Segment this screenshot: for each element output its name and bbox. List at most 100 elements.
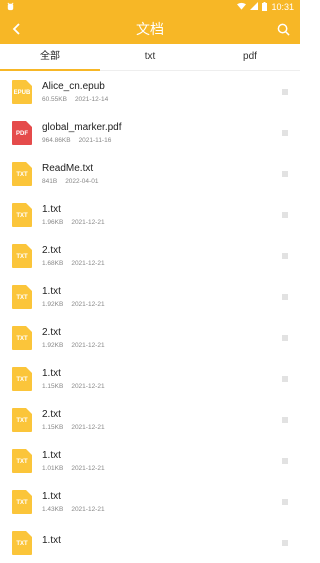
file-meta: 1.01KB 2021-12-21 (42, 465, 300, 472)
file-info: 2.txt 1.92KB 2021-12-21 (42, 327, 300, 349)
file-date: 2021-11-16 (78, 136, 112, 144)
file-name: 1.txt (42, 203, 61, 215)
file-date: 2021-12-21 (71, 423, 105, 431)
select-checkbox[interactable] (282, 294, 288, 300)
file-type-icon: EPUB (12, 79, 32, 104)
tab-all[interactable]: 全部 (0, 44, 100, 71)
select-checkbox[interactable] (282, 499, 288, 505)
file-corner-fold (26, 161, 32, 168)
file-list-item[interactable]: TXT 1.txt 1.15KB 2021-12-21 (0, 358, 300, 399)
search-icon (277, 23, 290, 36)
file-corner-fold (26, 243, 32, 250)
file-corner-fold (26, 448, 32, 455)
file-type-icon: TXT (12, 407, 32, 432)
file-meta: 1.15KB 2021-12-21 (42, 383, 300, 390)
select-checkbox[interactable] (282, 130, 288, 136)
file-info: ReadMe.txt 841B 2022-04-01 (42, 163, 300, 185)
file-name: ReadMe.txt (42, 162, 94, 174)
file-type-icon: TXT (12, 530, 32, 555)
file-date: 2021-12-21 (71, 218, 105, 226)
file-list-item[interactable]: TXT 1.txt 1.01KB 2021-12-21 (0, 440, 300, 481)
file-size: 964.86KB (42, 136, 71, 144)
file-list-item[interactable]: TXT 1.txt (0, 522, 300, 563)
battery-icon (262, 1, 268, 13)
file-meta: 1.92KB 2021-12-21 (42, 301, 300, 308)
file-list-item[interactable]: TXT 2.txt 1.68KB 2021-12-21 (0, 235, 300, 276)
file-type-icon: TXT (12, 161, 32, 186)
file-type-icon: TXT (12, 448, 32, 473)
select-checkbox[interactable] (282, 458, 288, 464)
app-bar: 文档 (0, 14, 300, 44)
file-type-icon: TXT (12, 325, 32, 350)
file-type-label: TXT (16, 417, 28, 424)
file-info: 1.txt 1.96KB 2021-12-21 (42, 204, 300, 226)
file-corner-fold (26, 202, 32, 209)
file-name: 1.txt (42, 367, 61, 379)
file-name: 1.txt (42, 535, 61, 546)
file-meta: 964.86KB 2021-11-16 (42, 137, 300, 144)
signal-icon (250, 2, 259, 12)
chevron-left-icon (12, 23, 20, 35)
file-date: 2021-12-21 (71, 259, 105, 267)
file-type-icon: PDF (12, 120, 32, 145)
select-checkbox[interactable] (282, 171, 288, 177)
file-name: 2.txt (42, 244, 61, 256)
file-list-item[interactable]: TXT 2.txt 1.15KB 2021-12-21 (0, 399, 300, 440)
file-date: 2022-04-01 (65, 177, 99, 185)
file-info: 2.txt 1.15KB 2021-12-21 (42, 409, 300, 431)
file-corner-fold (26, 489, 32, 496)
file-meta: 841B 2022-04-01 (42, 178, 300, 185)
file-name: 2.txt (42, 326, 61, 338)
bug-icon (6, 2, 15, 13)
file-size: 1.92KB (42, 300, 64, 308)
file-corner-fold (26, 284, 32, 291)
search-button[interactable] (274, 20, 292, 38)
file-size: 1.96KB (42, 218, 64, 226)
file-list-item[interactable]: TXT ReadMe.txt 841B 2022-04-01 (0, 153, 300, 194)
file-size: 1.15KB (42, 382, 64, 390)
file-corner-fold (26, 325, 32, 332)
file-list-item[interactable]: TXT 2.txt 1.92KB 2021-12-21 (0, 317, 300, 358)
select-checkbox[interactable] (282, 253, 288, 259)
file-list-item[interactable]: EPUB Alice_cn.epub 60.55KB 2021-12-14 (0, 71, 300, 112)
file-type-label: TXT (16, 458, 28, 465)
tab-pdf[interactable]: pdf (200, 44, 300, 70)
file-meta: 1.96KB 2021-12-21 (42, 219, 300, 226)
file-corner-fold (26, 366, 32, 373)
select-checkbox[interactable] (282, 335, 288, 341)
file-list-item[interactable]: TXT 1.txt 1.92KB 2021-12-21 (0, 276, 300, 317)
file-info: 2.txt 1.68KB 2021-12-21 (42, 245, 300, 267)
select-checkbox[interactable] (282, 417, 288, 423)
file-list-item[interactable]: TXT 1.txt 1.96KB 2021-12-21 (0, 194, 300, 235)
file-type-label: TXT (16, 171, 28, 178)
status-bar: 10:31 (0, 0, 300, 14)
tab-txt[interactable]: txt (100, 44, 200, 70)
file-size: 1.15KB (42, 423, 64, 431)
file-list-item[interactable]: TXT 1.txt 1.43KB 2021-12-21 (0, 481, 300, 522)
file-info: 1.txt (42, 535, 300, 550)
select-checkbox[interactable] (282, 540, 288, 546)
file-info: global_marker.pdf 964.86KB 2021-11-16 (42, 122, 300, 144)
file-date: 2021-12-21 (71, 341, 105, 349)
file-type-label: TXT (16, 335, 28, 342)
file-size: 1.92KB (42, 341, 64, 349)
file-meta: 1.15KB 2021-12-21 (42, 424, 300, 431)
file-size: 1.01KB (42, 464, 64, 472)
file-type-label: TXT (16, 540, 28, 547)
page-title: 文档 (136, 21, 164, 37)
file-meta: 1.92KB 2021-12-21 (42, 342, 300, 349)
back-button[interactable] (8, 20, 26, 38)
select-checkbox[interactable] (282, 212, 288, 218)
file-type-label: TXT (16, 253, 28, 260)
file-info: Alice_cn.epub 60.55KB 2021-12-14 (42, 81, 300, 103)
select-checkbox[interactable] (282, 89, 288, 95)
file-info: 1.txt 1.15KB 2021-12-21 (42, 368, 300, 390)
file-size: 60.55KB (42, 95, 67, 103)
file-type-label: TXT (16, 294, 28, 301)
file-type-label: TXT (16, 499, 28, 506)
file-type-label: PDF (16, 130, 28, 137)
file-meta: 1.43KB 2021-12-21 (42, 506, 300, 513)
file-type-icon: TXT (12, 489, 32, 514)
select-checkbox[interactable] (282, 376, 288, 382)
file-list-item[interactable]: PDF global_marker.pdf 964.86KB 2021-11-16 (0, 112, 300, 153)
